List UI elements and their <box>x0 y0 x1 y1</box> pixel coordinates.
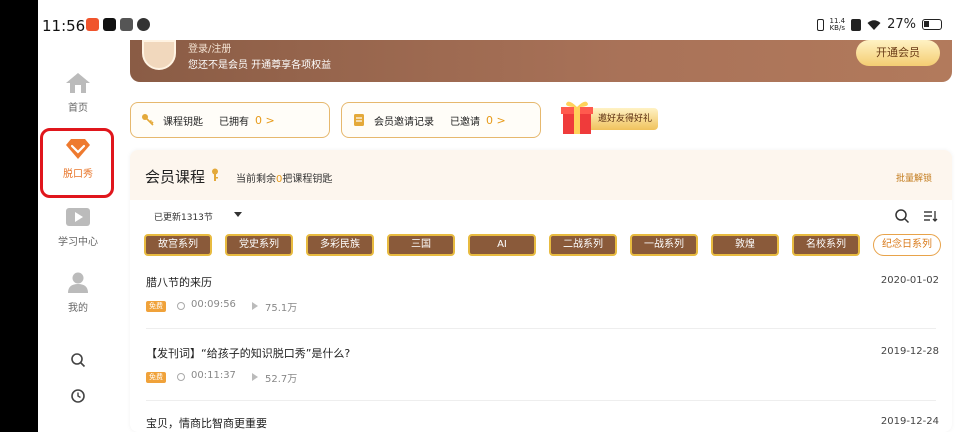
invite-record-invited-label: 已邀请 <box>450 116 480 128</box>
tag-anniversary[interactable]: 纪念日系列 <box>873 234 941 256</box>
net-speed: 11.4 KB/s <box>829 17 846 32</box>
course-date: 2019-12-24 <box>880 416 939 427</box>
course-date: 2019-12-28 <box>880 346 939 357</box>
tag-universities[interactable]: 名校系列 <box>792 234 860 256</box>
chevron-down-icon[interactable] <box>234 212 242 217</box>
vibrate-icon <box>816 18 824 31</box>
clock-icon <box>71 389 85 403</box>
free-badge: 免费 <box>146 301 166 312</box>
course-title: 腊八节的来历 <box>146 276 212 289</box>
member-banner: 登录/注册 您还不是会员 开通尊享各项权益 开通会员 <box>130 40 952 82</box>
tag-ethnic[interactable]: 多彩民族 <box>306 234 374 256</box>
document-icon <box>354 114 364 126</box>
list-item[interactable]: 【发刊词】“给孩子的知识脱口秀”是什么? 2019-12-28 免费 00:11… <box>130 345 952 411</box>
keys-suffix: 把课程钥匙 <box>282 174 333 185</box>
list-item[interactable]: 宝贝，情商比智商更重要 2019-12-24 <box>130 415 952 432</box>
sidebar-item-home[interactable]: 首页 <box>38 72 118 114</box>
play-icon <box>66 208 90 226</box>
batch-unlock-button[interactable]: 批量解锁 <box>896 171 932 184</box>
status-right: 11.4 KB/s 27% <box>816 17 942 32</box>
invite-friends-gift-button[interactable]: 邀好友得好礼 <box>554 98 664 140</box>
updated-count-dropdown[interactable]: 已更新1313节 <box>154 210 213 223</box>
sidebar-search-button[interactable] <box>38 352 118 371</box>
member-courses-panel: 会员课程 当前剩余0把课程钥匙 批量解锁 已更新1313节 故宫系列 党史系列 … <box>130 150 952 432</box>
tag-dunhuang[interactable]: 敦煌 <box>711 234 779 256</box>
diamond-icon <box>66 139 90 159</box>
net-speed-unit: KB/s <box>829 23 845 32</box>
invite-record-count: 0 > <box>486 113 506 127</box>
course-keys-count: 0 > <box>255 113 275 127</box>
tag-ww1[interactable]: 一战系列 <box>630 234 698 256</box>
gift-box-icon <box>561 101 593 134</box>
home-icon <box>66 73 90 93</box>
sidebar-item-mine[interactable]: 我的 <box>38 272 118 314</box>
duration-clock-icon <box>177 373 185 381</box>
battery-percent: 27% <box>887 17 916 32</box>
search-icon[interactable] <box>894 208 910 224</box>
sidebar-item-label: 我的 <box>68 303 88 314</box>
keys-remaining: 当前剩余0把课程钥匙 <box>236 170 332 185</box>
course-duration: 00:09:56 <box>191 299 236 310</box>
status-app-icons <box>86 18 150 31</box>
screen-bezel <box>0 0 38 432</box>
duration-clock-icon <box>177 302 185 310</box>
link-icon <box>137 18 150 31</box>
sidebar-item-label: 首页 <box>68 103 88 114</box>
sidebar-item-label: 学习中心 <box>58 237 98 248</box>
member-subtitle: 您还不是会员 开通尊享各项权益 <box>188 60 332 71</box>
main-content: 登录/注册 您还不是会员 开通尊享各项权益 开通会员 课程钥匙 已拥有 0 > … <box>130 40 952 432</box>
free-badge: 免费 <box>146 372 166 383</box>
invite-record-title: 会员邀请记录 <box>374 116 434 128</box>
list-item[interactable]: 腊八节的来历 2020-01-02 免费 00:09:56 75.1万 <box>130 274 952 340</box>
course-views: 52.7万 <box>265 374 298 385</box>
close-box-icon <box>851 18 862 31</box>
divider <box>146 400 936 401</box>
sidebar-item-talkshow[interactable]: 脱口秀 <box>38 138 118 180</box>
course-keys-title: 课程钥匙 <box>163 116 203 128</box>
tag-gugong[interactable]: 故宫系列 <box>144 234 212 256</box>
tag-ww2[interactable]: 二战系列 <box>549 234 617 256</box>
status-bar: 11:56 11.4 KB/s 27% <box>38 14 964 38</box>
search-icon <box>71 353 86 368</box>
course-views: 75.1万 <box>265 303 298 314</box>
course-date: 2020-01-02 <box>880 275 939 286</box>
course-keys-card[interactable]: 课程钥匙 已拥有 0 > <box>130 102 330 138</box>
tiktok-icon <box>103 18 116 31</box>
avatar[interactable] <box>142 40 176 70</box>
app-notification-icon <box>86 18 99 31</box>
wifi-icon <box>867 19 881 30</box>
views-play-icon <box>252 302 258 310</box>
course-title: 【发刊词】“给孩子的知识脱口秀”是什么? <box>146 347 351 360</box>
key-icon <box>142 114 154 126</box>
sort-icon[interactable] <box>922 208 938 224</box>
course-duration: 00:11:37 <box>191 370 236 381</box>
calendar-icon <box>120 18 133 31</box>
panel-header: 会员课程 当前剩余0把课程钥匙 批量解锁 <box>130 150 952 200</box>
tag-party-history[interactable]: 党史系列 <box>225 234 293 256</box>
open-vip-button[interactable]: 开通会员 <box>856 40 940 66</box>
sidebar-history-button[interactable] <box>38 388 118 407</box>
sidebar-item-label: 脱口秀 <box>63 169 93 180</box>
login-register-link[interactable]: 登录/注册 <box>188 40 231 55</box>
keys-prefix: 当前剩余 <box>236 174 276 185</box>
key-icon <box>212 168 218 181</box>
course-keys-owned-label: 已拥有 <box>219 116 249 128</box>
course-title: 宝贝，情商比智商更重要 <box>146 417 267 430</box>
status-time: 11:56 <box>42 17 86 35</box>
invite-record-card[interactable]: 会员邀请记录 已邀请 0 > <box>341 102 541 138</box>
sidebar-item-learning-center[interactable]: 学习中心 <box>38 206 118 248</box>
section-title: 会员课程 <box>145 168 206 186</box>
person-icon <box>68 272 88 293</box>
views-play-icon <box>252 373 258 381</box>
tag-three-kingdoms[interactable]: 三国 <box>387 234 455 256</box>
divider <box>146 328 936 329</box>
sidebar: 首页 脱口秀 学习中心 我的 <box>38 40 118 432</box>
battery-icon <box>922 19 942 30</box>
tag-ai[interactable]: AI <box>468 234 536 256</box>
